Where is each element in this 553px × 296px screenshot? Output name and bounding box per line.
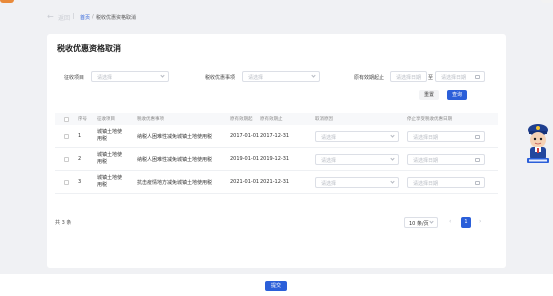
row-levy-item: 城镇土地使用税	[97, 175, 123, 188]
back-link[interactable]: 返回	[58, 13, 70, 22]
select-all-checkbox[interactable]	[64, 116, 69, 122]
row-levy-item: 城镇土地使用税	[97, 152, 123, 165]
arrow-left-icon[interactable]: ←	[47, 12, 54, 21]
calendar-icon	[475, 180, 480, 185]
row-end: 2017-12-31	[260, 133, 290, 139]
tax-officer-mascot-icon[interactable]	[522, 118, 553, 168]
table-row: 3 城镇土地使用税 抗击疫情地方减免城镇土地使用税 2021-01-01 202…	[55, 171, 498, 194]
pref-item-label: 税收优惠事项	[205, 75, 236, 81]
pref-item-placeholder: 请选择	[248, 75, 264, 81]
row-levy-item: 城镇土地使用税	[97, 129, 123, 142]
row-checkbox[interactable]	[64, 157, 69, 162]
row-start: 2019-01-01	[230, 156, 260, 162]
calendar-icon	[475, 157, 480, 162]
levy-item-label: 征收项目	[64, 75, 85, 81]
reason-select[interactable]: 请选择	[315, 177, 399, 188]
avatar[interactable]	[541, 0, 553, 3]
levy-item-placeholder: 请选择	[97, 75, 113, 81]
stop-date-placeholder: 请选择日期	[413, 158, 439, 164]
col-reason: 取消原因	[315, 117, 333, 122]
breadcrumb-home[interactable]: 首页	[80, 14, 90, 21]
next-page-button[interactable]: ›	[479, 218, 481, 225]
reason-placeholder: 请选择	[321, 181, 337, 187]
range-separator: 至	[428, 75, 434, 81]
chevron-down-icon	[429, 219, 434, 224]
chevron-down-icon	[390, 133, 395, 138]
table-header: 序号 征收项目 税收优惠事项 原有效期起 原有效期止 取消原因 停止享受税收优惠…	[55, 113, 498, 125]
col-index: 序号	[78, 117, 87, 122]
stop-date-picker[interactable]: 请选择日期	[407, 131, 485, 142]
col-end: 原有效期止	[260, 117, 283, 122]
page-size-value: 10 条/页	[409, 221, 429, 227]
chevron-down-icon	[390, 156, 395, 161]
row-index: 1	[78, 133, 82, 139]
row-checkbox[interactable]	[64, 180, 69, 185]
row-start: 2017-01-01	[230, 133, 260, 139]
start-date-picker[interactable]: 请选择日期	[390, 71, 427, 82]
col-stop-date: 停止享受税收优惠日期	[407, 117, 452, 122]
row-pref-item: 纳税人困难性减免城镇土地使用税	[137, 157, 213, 163]
chevron-down-icon	[390, 179, 395, 184]
row-pref-item: 抗击疫情地方减免城镇土地使用税	[137, 180, 213, 186]
chevron-down-icon	[311, 73, 316, 78]
total-count: 共 3 条	[55, 220, 72, 226]
query-button[interactable]: 查询	[447, 90, 467, 100]
page-number-current[interactable]: 1	[461, 217, 471, 228]
row-index: 3	[78, 179, 82, 185]
stop-date-placeholder: 请选择日期	[413, 135, 439, 141]
table-row: 2 城镇土地使用税 纳税人困难性减免城镇土地使用税 2019-01-01 201…	[55, 148, 498, 171]
reason-placeholder: 请选择	[321, 158, 337, 164]
col-levy-item: 征收项目	[97, 117, 115, 122]
footer-bar: 提交	[0, 274, 553, 296]
top-bar: ← 返回 首页 / 税收优惠资格取消	[0, 0, 553, 30]
submit-button[interactable]: 提交	[265, 281, 287, 291]
page-title: 税收优惠资格取消	[57, 44, 121, 53]
row-start: 2021-01-01	[230, 179, 260, 185]
calendar-icon	[475, 134, 480, 139]
page-size-select[interactable]: 10 条/页	[404, 217, 438, 228]
pref-item-select[interactable]: 请选择	[242, 71, 320, 82]
end-date-picker[interactable]: 请选择日期	[435, 71, 485, 82]
prev-page-button[interactable]: ‹	[449, 218, 451, 225]
breadcrumb-separator: /	[92, 13, 94, 20]
reason-select[interactable]: 请选择	[315, 131, 399, 142]
divider	[73, 13, 74, 19]
row-checkbox[interactable]	[64, 134, 69, 139]
reason-select[interactable]: 请选择	[315, 154, 399, 165]
main-card: 税收优惠资格取消 征收项目 请选择 税收优惠事项 请选择 原有效期起止 请选择日…	[47, 34, 506, 268]
end-date-placeholder: 请选择日期	[441, 75, 467, 81]
table-row: 1 城镇土地使用税 纳税人困难性减免城镇土地使用税 2017-01-01 201…	[55, 125, 498, 148]
breadcrumb-current: 税收优惠资格取消	[96, 14, 137, 21]
row-end: 2021-12-31	[260, 179, 290, 185]
valid-range-label: 原有效期起止	[354, 75, 385, 81]
stop-date-placeholder: 请选择日期	[413, 181, 439, 187]
stop-date-picker[interactable]: 请选择日期	[407, 177, 485, 188]
calendar-icon	[475, 74, 480, 79]
start-date-placeholder: 请选择日期	[396, 75, 422, 81]
levy-item-select[interactable]: 请选择	[91, 71, 169, 82]
stop-date-picker[interactable]: 请选择日期	[407, 154, 485, 165]
app-logo-fragment	[0, 0, 14, 3]
col-start: 原有效期起	[230, 117, 253, 122]
reset-button[interactable]: 重置	[419, 90, 439, 100]
row-pref-item: 纳税人困难性减免城镇土地使用税	[137, 134, 213, 140]
row-end: 2019-12-31	[260, 156, 290, 162]
reason-placeholder: 请选择	[321, 135, 337, 141]
chevron-down-icon	[160, 73, 165, 78]
col-pref-item: 税收优惠事项	[137, 117, 164, 122]
row-index: 2	[78, 156, 82, 162]
